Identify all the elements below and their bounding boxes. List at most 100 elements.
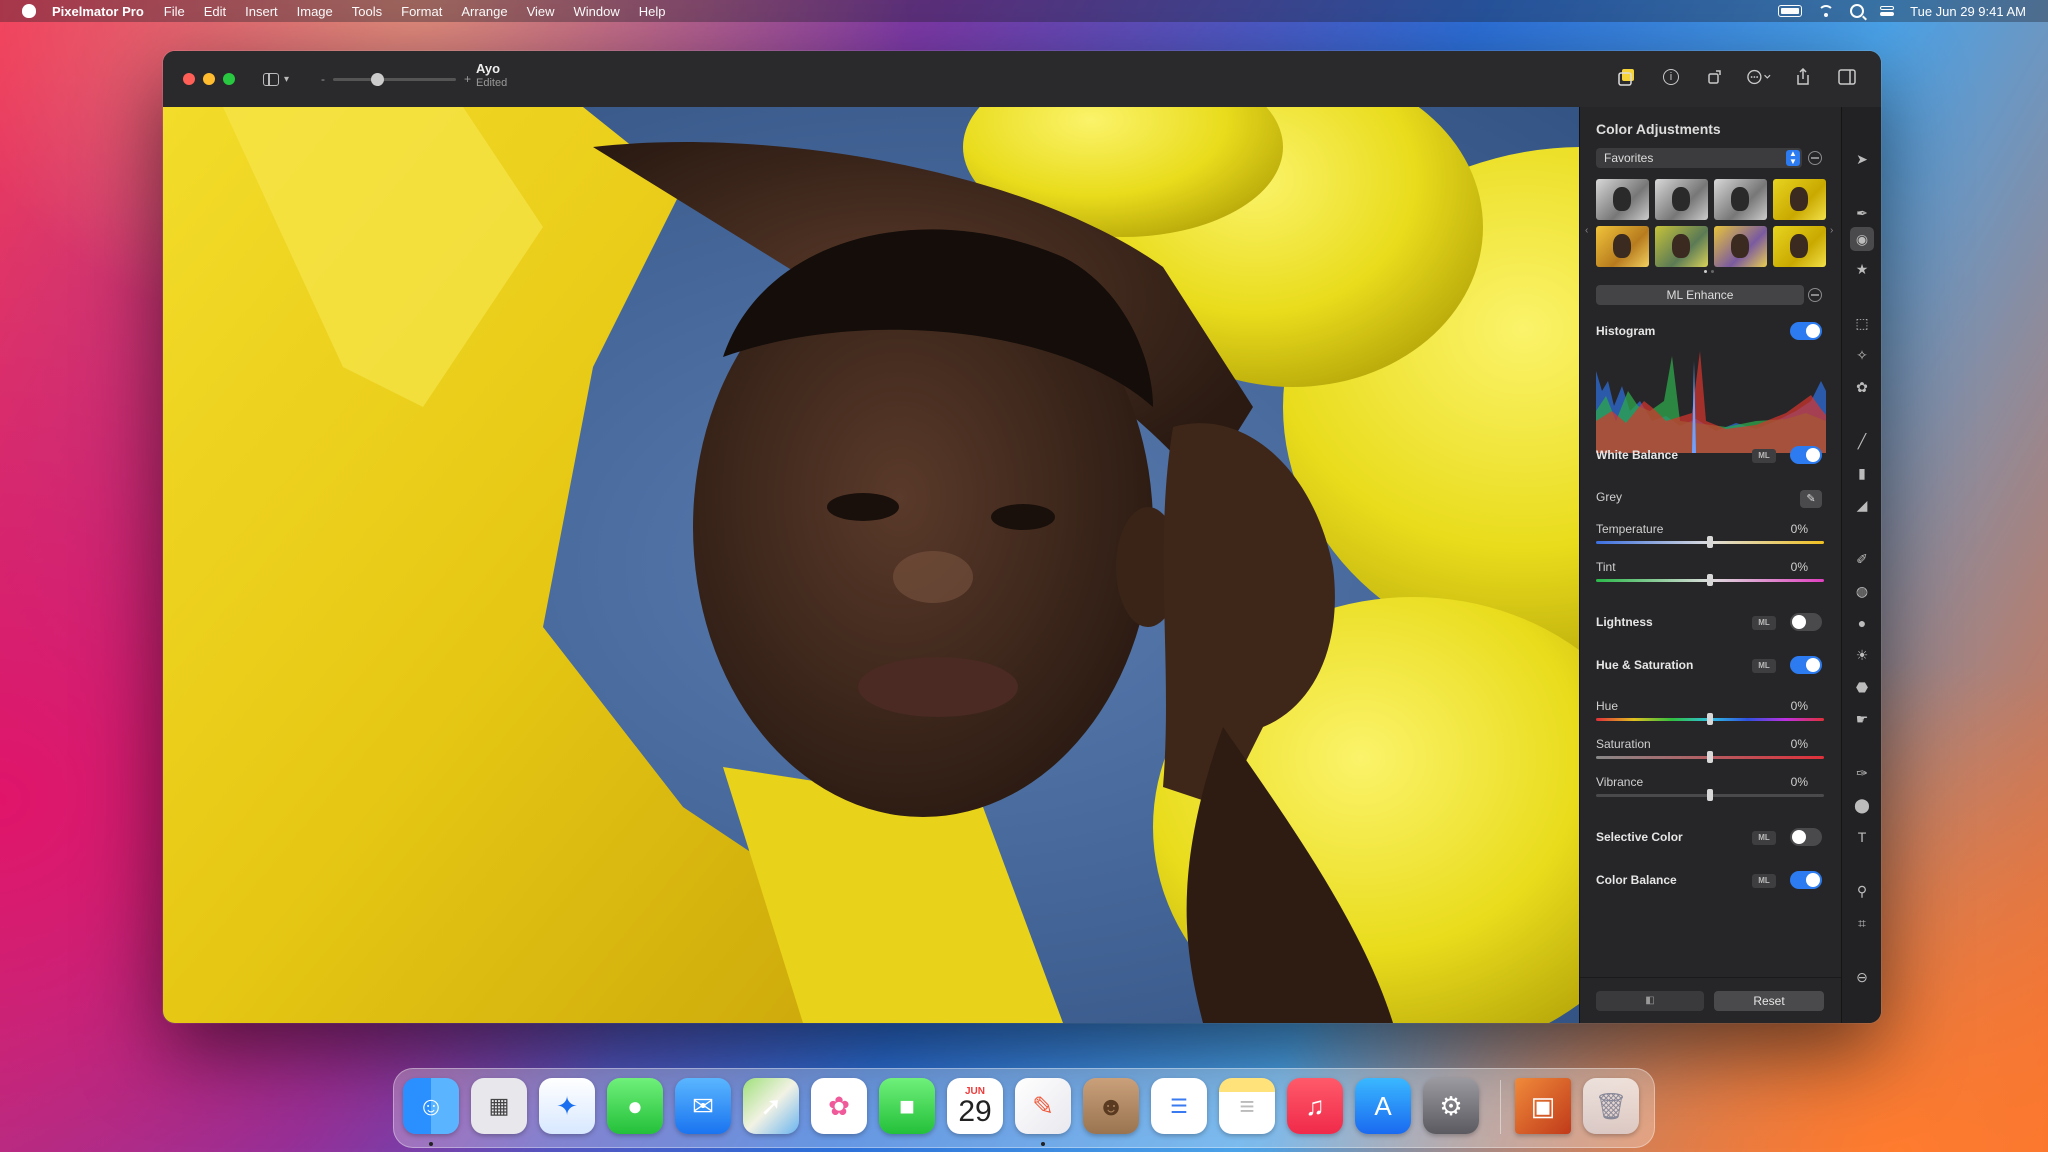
zoom-tool-icon[interactable]: ⚲: [1852, 881, 1872, 901]
preset-thumbnail[interactable]: [1714, 226, 1767, 267]
preset-thumbnail[interactable]: [1773, 226, 1826, 267]
hue-saturation-ml-button[interactable]: ML: [1752, 659, 1776, 673]
ml-enhance-button[interactable]: ML Enhance: [1596, 285, 1804, 305]
paint-brush-tool-icon[interactable]: ╱: [1852, 431, 1872, 451]
hue-saturation-toggle[interactable]: [1790, 656, 1822, 674]
document-thumbnail-icon[interactable]: ▣: [1515, 1078, 1571, 1134]
warp-tool-icon[interactable]: ☛: [1852, 709, 1872, 729]
pen-tool-icon[interactable]: ✑: [1852, 763, 1872, 783]
saturation-value[interactable]: 0%: [1791, 737, 1808, 751]
share-button[interactable]: [1791, 65, 1815, 89]
finder-icon[interactable]: ☺: [403, 1078, 459, 1134]
rotate-button[interactable]: [1703, 65, 1727, 89]
preset-thumbnail[interactable]: [1655, 226, 1708, 267]
menu-app-name[interactable]: Pixelmator Pro: [52, 4, 144, 19]
clone-tool-icon[interactable]: ◍: [1852, 581, 1872, 601]
menu-insert[interactable]: Insert: [245, 4, 278, 19]
magic-select-tool-icon[interactable]: ✧: [1852, 345, 1872, 365]
more-button[interactable]: [1747, 65, 1771, 89]
vibrance-slider[interactable]: [1596, 789, 1824, 801]
color-adjustments-toolbar-button[interactable]: [1615, 65, 1639, 89]
erase-tool-icon[interactable]: ◢: [1852, 495, 1872, 515]
temperature-value[interactable]: 0%: [1791, 522, 1808, 536]
vibrance-slider-knob[interactable]: [1707, 789, 1713, 801]
lightness-ml-button[interactable]: ML: [1752, 616, 1776, 630]
lightness-toggle[interactable]: [1790, 613, 1822, 631]
notes-icon[interactable]: ≡: [1219, 1078, 1275, 1134]
preset-thumbnail[interactable]: [1773, 179, 1826, 220]
reminders-icon[interactable]: ☰: [1151, 1078, 1207, 1134]
tint-value[interactable]: 0%: [1791, 560, 1808, 574]
vibrance-value[interactable]: 0%: [1791, 775, 1808, 789]
reset-button[interactable]: Reset: [1714, 991, 1824, 1011]
style-tool-icon[interactable]: ✒: [1852, 203, 1872, 223]
ml-enhance-options-icon[interactable]: [1808, 288, 1822, 302]
retouch-tool-icon[interactable]: ✐: [1852, 549, 1872, 569]
info-button[interactable]: i: [1659, 65, 1683, 89]
maps-icon[interactable]: ➚: [743, 1078, 799, 1134]
safari-icon[interactable]: ✦: [539, 1078, 595, 1134]
effects-tool-icon[interactable]: ★: [1852, 259, 1872, 279]
menu-help[interactable]: Help: [639, 4, 666, 19]
zoom-button[interactable]: [223, 73, 235, 85]
menu-format[interactable]: Format: [401, 4, 442, 19]
inspector-toggle-button[interactable]: [1835, 65, 1859, 89]
presets-options-icon[interactable]: [1808, 151, 1822, 165]
menu-window[interactable]: Window: [574, 4, 620, 19]
pixelmator-icon[interactable]: ✎: [1015, 1078, 1071, 1134]
saturation-slider-knob[interactable]: [1707, 751, 1713, 763]
apple-icon[interactable]: [22, 4, 36, 18]
preset-thumbnail[interactable]: [1596, 226, 1649, 267]
preset-thumbnail[interactable]: [1655, 179, 1708, 220]
wifi-icon[interactable]: [1818, 5, 1835, 17]
menu-file[interactable]: File: [164, 4, 185, 19]
color-balance-ml-button[interactable]: ML: [1752, 874, 1776, 888]
facetime-icon[interactable]: ■: [879, 1078, 935, 1134]
arrange-tool-icon[interactable]: ➤: [1852, 149, 1872, 169]
white-balance-toggle[interactable]: [1790, 446, 1822, 464]
color-balance-toggle[interactable]: [1790, 871, 1822, 889]
hue-slider[interactable]: [1596, 713, 1824, 725]
white-balance-ml-button[interactable]: ML: [1752, 449, 1776, 463]
grey-eyedropper-button[interactable]: ✎: [1800, 490, 1822, 508]
crop-tool-icon[interactable]: ⌗: [1852, 913, 1872, 933]
menu-tools[interactable]: Tools: [352, 4, 382, 19]
saturation-slider[interactable]: [1596, 751, 1824, 763]
close-button[interactable]: [183, 73, 195, 85]
hue-value[interactable]: 0%: [1791, 699, 1808, 713]
document-title[interactable]: Ayo Edited: [476, 61, 507, 89]
shapes-tool-icon[interactable]: ⬤: [1852, 795, 1872, 815]
blur-tool-icon[interactable]: ●: [1852, 613, 1872, 633]
preset-thumbnail[interactable]: [1714, 179, 1767, 220]
lighten-tool-icon[interactable]: ☀: [1852, 645, 1872, 665]
preset-pager[interactable]: [1704, 270, 1714, 273]
tint-slider[interactable]: [1596, 574, 1824, 586]
messages-icon[interactable]: ●: [607, 1078, 663, 1134]
menu-arrange[interactable]: Arrange: [461, 4, 507, 19]
preset-thumbnail[interactable]: [1596, 179, 1649, 220]
launchpad-icon[interactable]: ▦: [471, 1078, 527, 1134]
contacts-icon[interactable]: ☻: [1083, 1078, 1139, 1134]
battery-icon[interactable]: [1778, 5, 1803, 17]
music-icon[interactable]: ♫: [1287, 1078, 1343, 1134]
zoom-knob[interactable]: [371, 72, 384, 86]
image-canvas[interactable]: [163, 107, 1579, 1023]
menu-image[interactable]: Image: [297, 4, 333, 19]
minimize-button[interactable]: [203, 73, 215, 85]
tools-options-icon[interactable]: ⊖: [1852, 967, 1872, 987]
color-select-tool-icon[interactable]: ✿: [1852, 377, 1872, 397]
fill-tool-icon[interactable]: ▮: [1852, 463, 1872, 483]
tint-slider-knob[interactable]: [1707, 574, 1713, 586]
system-preferences-icon[interactable]: ⚙: [1423, 1078, 1479, 1134]
histogram-toggle[interactable]: [1790, 322, 1822, 340]
menu-clock[interactable]: Tue Jun 29 9:41 AM: [1910, 4, 2026, 19]
calendar-icon[interactable]: JUN 29: [947, 1078, 1003, 1134]
trash-icon[interactable]: 🗑: [1583, 1078, 1639, 1134]
photos-icon[interactable]: ✿: [811, 1078, 867, 1134]
hue-slider-knob[interactable]: [1707, 713, 1713, 725]
color-adjust-tool-icon[interactable]: ◉: [1850, 227, 1874, 251]
sidebar-toggle-button[interactable]: ▾: [263, 69, 299, 89]
temperature-slider[interactable]: [1596, 536, 1824, 548]
mail-icon[interactable]: ✉: [675, 1078, 731, 1134]
spotlight-icon[interactable]: [1850, 4, 1865, 18]
